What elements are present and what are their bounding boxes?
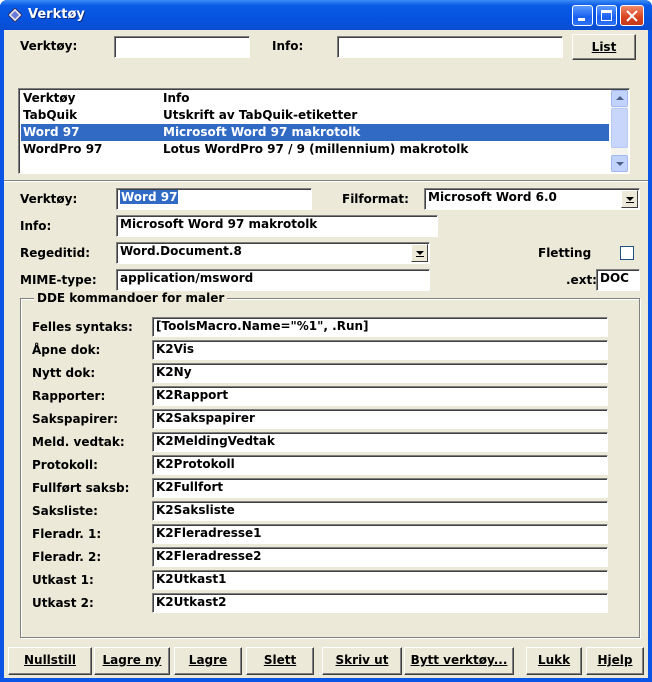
dde-input[interactable]: K2Ny (152, 363, 608, 383)
dde-input[interactable]: K2Utkast2 (152, 593, 608, 613)
print-button[interactable]: Skriv ut (322, 647, 402, 675)
search-info-input[interactable] (337, 36, 563, 58)
close-icon (626, 10, 638, 22)
detail-info-input[interactable]: Microsoft Word 97 makrotolk (116, 215, 438, 237)
mime-label: MIME-type: (20, 273, 97, 287)
help-button[interactable]: Hjelp (586, 647, 644, 675)
search-tool-label: Verktøy: (20, 39, 78, 53)
divider (4, 180, 648, 182)
dde-label: Utkast 1: (32, 573, 94, 587)
dde-input[interactable]: K2Fleradresse2 (152, 547, 608, 567)
window-title: Verktøy (28, 7, 85, 22)
fileformat-value: Microsoft Word 6.0 (428, 190, 557, 204)
list-scrollbar[interactable] (611, 90, 628, 172)
dde-label: Fleradr. 1: (32, 527, 102, 541)
fileformat-label: Filformat: (342, 192, 409, 206)
column-header-info: Info (163, 91, 190, 105)
list-button[interactable]: List (572, 34, 636, 60)
list-item-info: Utskrift av TabQuik-etiketter (163, 108, 358, 122)
detail-tool-value: Word 97 (120, 190, 179, 204)
scroll-down-icon[interactable] (611, 155, 628, 172)
dde-label: Rapporter: (32, 389, 106, 403)
title-bar[interactable]: Verktøy (0, 0, 652, 30)
maximize-icon (601, 10, 612, 21)
dde-group-title: DDE kommandoer for maler (34, 291, 228, 305)
regedit-select[interactable]: Word.Document.8 (116, 242, 430, 264)
merge-checkbox[interactable] (620, 246, 634, 260)
list-item-info: Lotus WordPro 97 / 9 (millennium) makrot… (163, 142, 469, 156)
list-item[interactable]: WordPro 97 Lotus WordPro 97 / 9 (millenn… (21, 141, 609, 158)
dialog-body: Verktøy: Info: List Verktøy Info TabQuik… (4, 30, 648, 678)
dde-label: Fleradr. 2: (32, 550, 102, 564)
delete-button[interactable]: Slett (246, 647, 314, 675)
ext-label: .ext: (566, 273, 597, 287)
dde-input[interactable]: [ToolsMacro.Name="%1", .Run] (152, 317, 608, 337)
chevron-down-icon[interactable] (621, 190, 638, 208)
column-header-tool: Verktøy (23, 91, 76, 105)
app-icon (8, 8, 22, 22)
dde-input[interactable]: K2Utkast1 (152, 570, 608, 590)
ext-input[interactable]: DOC (596, 269, 640, 291)
dde-label: Utkast 2: (32, 596, 94, 610)
dde-label: Protokoll: (32, 458, 98, 472)
scroll-up-icon[interactable] (611, 90, 628, 107)
dde-input[interactable]: K2Fleradresse1 (152, 524, 608, 544)
dde-input[interactable]: K2MeldingVedtak (152, 432, 608, 452)
dde-input[interactable]: K2Protokoll (152, 455, 608, 475)
maximize-button[interactable] (596, 5, 617, 26)
dde-label: Nytt dok: (32, 366, 96, 380)
list-item-tool: TabQuik (23, 108, 78, 122)
detail-tool-input[interactable]: Word 97 (116, 188, 312, 210)
minimize-icon (578, 18, 585, 21)
chevron-down-icon[interactable] (411, 244, 428, 262)
dde-label: Sakspapirer: (32, 412, 119, 426)
dde-input[interactable]: K2Fullfort (152, 478, 608, 498)
list-item[interactable]: TabQuik Utskrift av TabQuik-etiketter (21, 107, 609, 124)
regedit-value: Word.Document.8 (120, 244, 242, 258)
fileformat-select[interactable]: Microsoft Word 6.0 (424, 188, 640, 210)
dde-label: Fullført saksb: (32, 481, 130, 495)
list-item-selected[interactable]: Word 97 Microsoft Word 97 makrotolk (21, 124, 609, 141)
list-item-tool: Word 97 (23, 125, 80, 139)
list-header: Verktøy Info (21, 90, 609, 107)
list-item-tool: WordPro 97 (23, 142, 103, 156)
dde-input[interactable]: K2Saksliste (152, 501, 608, 521)
swap-tool-button[interactable]: Bytt verktøy... (404, 647, 514, 675)
regedit-label: Regeditid: (20, 246, 91, 260)
detail-info-label: Info: (20, 219, 52, 233)
list-item-info: Microsoft Word 97 makrotolk (163, 125, 361, 139)
save-new-button[interactable]: Lagre ny (94, 647, 170, 675)
reset-button[interactable]: Nullstill (8, 647, 92, 675)
dde-label: Meld. vedtak: (32, 435, 125, 449)
dde-input[interactable]: K2Rapport (152, 386, 608, 406)
window: Verktøy Verktøy: Info: List Verktøy Info (0, 0, 652, 682)
dde-label: Saksliste: (32, 504, 98, 518)
dde-label: Felles syntaks: (32, 320, 133, 334)
mime-input[interactable]: application/msword (116, 269, 430, 291)
search-tool-input[interactable] (114, 36, 250, 58)
close-window-button[interactable] (620, 5, 644, 26)
save-button[interactable]: Lagre (174, 647, 242, 675)
detail-tool-label: Verktøy: (20, 192, 78, 206)
tool-list[interactable]: Verktøy Info TabQuik Utskrift av TabQuik… (18, 88, 630, 174)
search-info-label: Info: (272, 39, 304, 53)
minimize-button[interactable] (572, 5, 593, 26)
dde-input[interactable]: K2Sakspapirer (152, 409, 608, 429)
dde-label: Åpne dok: (32, 343, 101, 357)
dde-input[interactable]: K2Vis (152, 340, 608, 360)
merge-label: Fletting (538, 246, 592, 260)
scroll-thumb[interactable] (611, 108, 628, 148)
close-button[interactable]: Lukk (526, 647, 582, 675)
